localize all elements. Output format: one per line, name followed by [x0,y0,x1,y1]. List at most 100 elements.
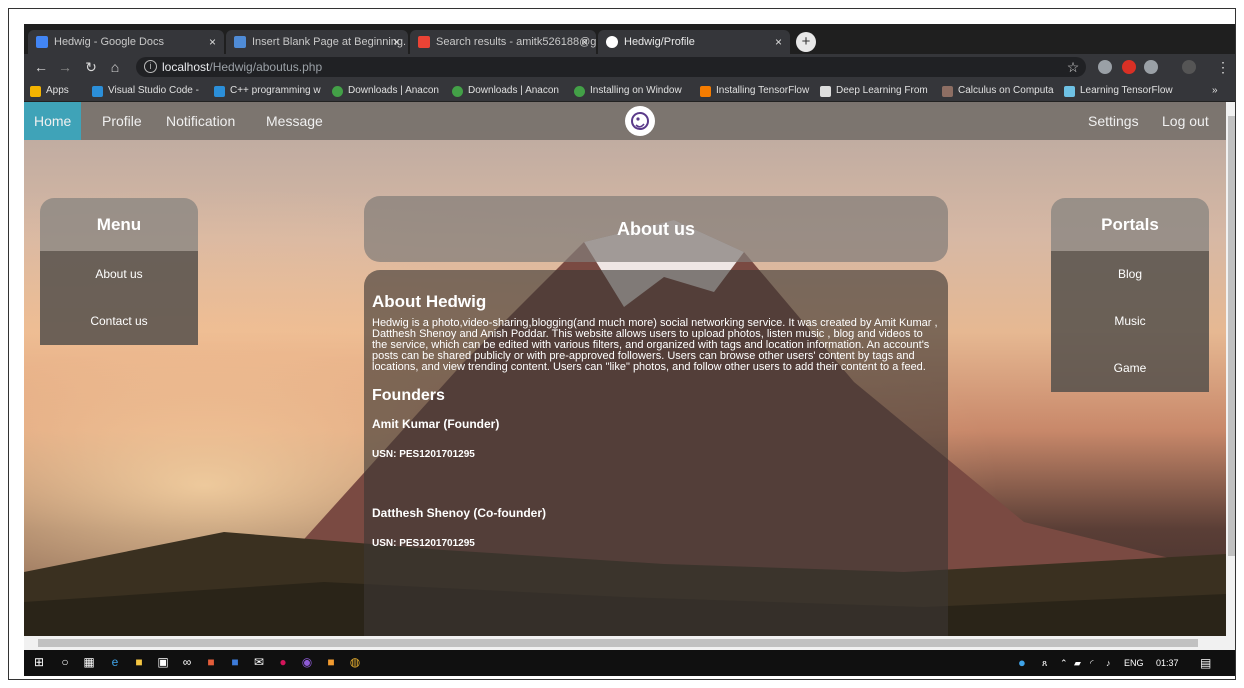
tab-gmail-search[interactable]: Search results - amitk526188@g × [410,30,596,54]
tab-title: Hedwig/Profile [624,36,695,48]
nav-profile[interactable]: Profile [92,102,152,140]
scrollbar-thumb[interactable] [38,639,1198,647]
media-icon[interactable]: ◉ [300,655,314,669]
app-icon[interactable]: ■ [228,655,242,669]
menu-item-contact-us[interactable]: Contact us [40,298,198,345]
bookmarks-overflow-button[interactable]: » [1212,83,1228,99]
extension-icon[interactable] [1144,60,1158,74]
page-icon [820,86,831,97]
bookmarks-bar: Apps Visual Studio Code - C++ programmin… [24,80,1235,102]
nav-settings[interactable]: Settings [1078,102,1149,140]
portal-item-blog[interactable]: Blog [1051,251,1209,298]
portal-item-music[interactable]: Music [1051,298,1209,345]
wifi-icon[interactable]: ◜ [1090,650,1094,676]
language-indicator[interactable]: ENG [1124,650,1144,676]
tab-title: Hedwig - Google Docs [54,36,165,48]
windows-taskbar: ⊞ ○ ▦ e ■ ▣ ∞ ■ ■ ✉ ● ◉ ■ ◍ ● ጸ ⌃ ▰ ◜ ♪ … [24,650,1235,676]
app-icon[interactable]: ■ [324,655,338,669]
founders-heading: Founders [372,387,445,404]
network-icon[interactable]: ▰ [1074,650,1081,676]
bookmark-item[interactable]: Downloads | Anacon [452,83,564,99]
nav-logout[interactable]: Log out [1152,102,1219,140]
nav-home[interactable]: Home [24,102,82,140]
scrollbar-thumb[interactable] [1228,116,1235,556]
cofounder-usn: USN: PES1201701295 [372,538,475,549]
tray-chevron-icon[interactable]: ⌃ [1060,650,1068,676]
store-icon[interactable]: ▣ [156,655,170,669]
nav-notification[interactable]: Notification [156,102,245,140]
bookmark-item[interactable]: Learning TensorFlow [1064,83,1184,99]
cortana-search-icon[interactable]: ○ [58,655,72,669]
tab-close-icon[interactable]: × [393,30,400,54]
bookmark-item[interactable]: Calculus on Computa [942,83,1064,99]
chrome-icon[interactable]: ◍ [348,655,362,669]
tab-insert-blank-page[interactable]: Insert Blank Page at Beginning. - × [226,30,408,54]
forward-arrow-icon[interactable]: → [56,58,74,76]
vertical-scrollbar[interactable] [1226,102,1235,650]
people-icon[interactable]: ጸ [1042,650,1047,676]
share-icon [1064,86,1075,97]
site-navbar: Home Profile Notification Message Settin… [24,102,1226,140]
profile-avatar-icon[interactable] [1182,60,1196,74]
tab-hedwig-profile[interactable]: Hedwig/Profile × [598,30,790,54]
bookmark-item[interactable]: Installing on Window [574,83,694,99]
reload-icon[interactable]: ↻ [82,58,100,76]
pocket-icon[interactable]: ● [276,655,290,669]
about-content-card: About Hedwig Hedwig is a photo,video-sha… [364,270,948,650]
tab-title: Search results - amitk526188@g [436,36,596,48]
windows-start-icon[interactable]: ⊞ [32,655,46,669]
new-tab-button[interactable]: + [796,32,816,52]
about-heading: About Hedwig [372,292,487,311]
tab-strip: Hedwig - Google Docs × Insert Blank Page… [24,24,1235,54]
clock[interactable]: 01:37 [1156,650,1179,676]
extension-icon[interactable] [1098,60,1112,74]
desktop-screen: Hedwig - Google Docs × Insert Blank Page… [24,24,1235,676]
site-info-icon[interactable]: i [144,60,157,73]
task-view-icon[interactable]: ▦ [82,655,96,669]
app-icon[interactable]: ■ [204,655,218,669]
nav-message[interactable]: Message [256,102,333,140]
kebab-menu-icon[interactable]: ⋮ [1214,58,1232,76]
bookmark-item[interactable]: Visual Studio Code - [92,83,204,99]
tab-close-icon[interactable]: × [581,30,588,54]
portals-title: Portals [1051,198,1209,251]
horizontal-scrollbar[interactable] [24,636,1226,650]
adblock-icon[interactable] [1122,60,1136,74]
menu-panel: Menu About us Contact us [40,198,198,345]
mail-icon[interactable]: ✉ [252,655,266,669]
url-input[interactable]: i localhost/Hedwig/aboutus.php [136,57,1086,77]
anaconda-icon [332,86,343,97]
hedwig-logo-icon[interactable] [625,106,655,136]
file-explorer-icon[interactable]: ■ [132,655,146,669]
anaconda-icon [574,86,585,97]
portal-item-game[interactable]: Game [1051,345,1209,392]
address-bar: ← → ↻ ⌂ i localhost/Hedwig/aboutus.php ☆… [24,54,1235,80]
bookmark-apps[interactable]: Apps [30,83,90,99]
volume-icon[interactable]: ♪ [1106,650,1111,676]
menu-item-about-us[interactable]: About us [40,251,198,298]
bookmark-item[interactable]: Downloads | Anacon [332,83,442,99]
back-arrow-icon[interactable]: ← [32,58,50,76]
vscode-icon [214,86,225,97]
tab-close-icon[interactable]: × [209,30,216,54]
bookmark-item[interactable]: C++ programming w [214,83,326,99]
notification-center-icon[interactable]: ▤ [1200,650,1211,676]
portals-panel: Portals Blog Music Game [1051,198,1209,392]
page-title: About us [364,196,948,262]
screenshot-frame: Hedwig - Google Docs × Insert Blank Page… [8,8,1236,680]
infinity-app-icon[interactable]: ∞ [180,655,194,669]
bookmark-item[interactable]: Installing TensorFlow [700,83,816,99]
founder-usn: USN: PES1201701295 [372,449,475,460]
url-host: localhost [162,60,210,74]
tab-close-icon[interactable]: × [775,30,782,54]
page-viewport: Home Profile Notification Message Settin… [24,102,1226,650]
docs-icon [36,36,48,48]
vscode-icon [92,86,103,97]
bookmark-item[interactable]: Deep Learning From [820,83,930,99]
edge-icon[interactable]: e [108,655,122,669]
tab-google-docs[interactable]: Hedwig - Google Docs × [28,30,224,54]
help-icon[interactable]: ● [1018,650,1026,676]
bookmark-star-icon[interactable]: ☆ [1064,58,1082,76]
hedwig-icon [606,36,618,48]
home-icon[interactable]: ⌂ [106,58,124,76]
